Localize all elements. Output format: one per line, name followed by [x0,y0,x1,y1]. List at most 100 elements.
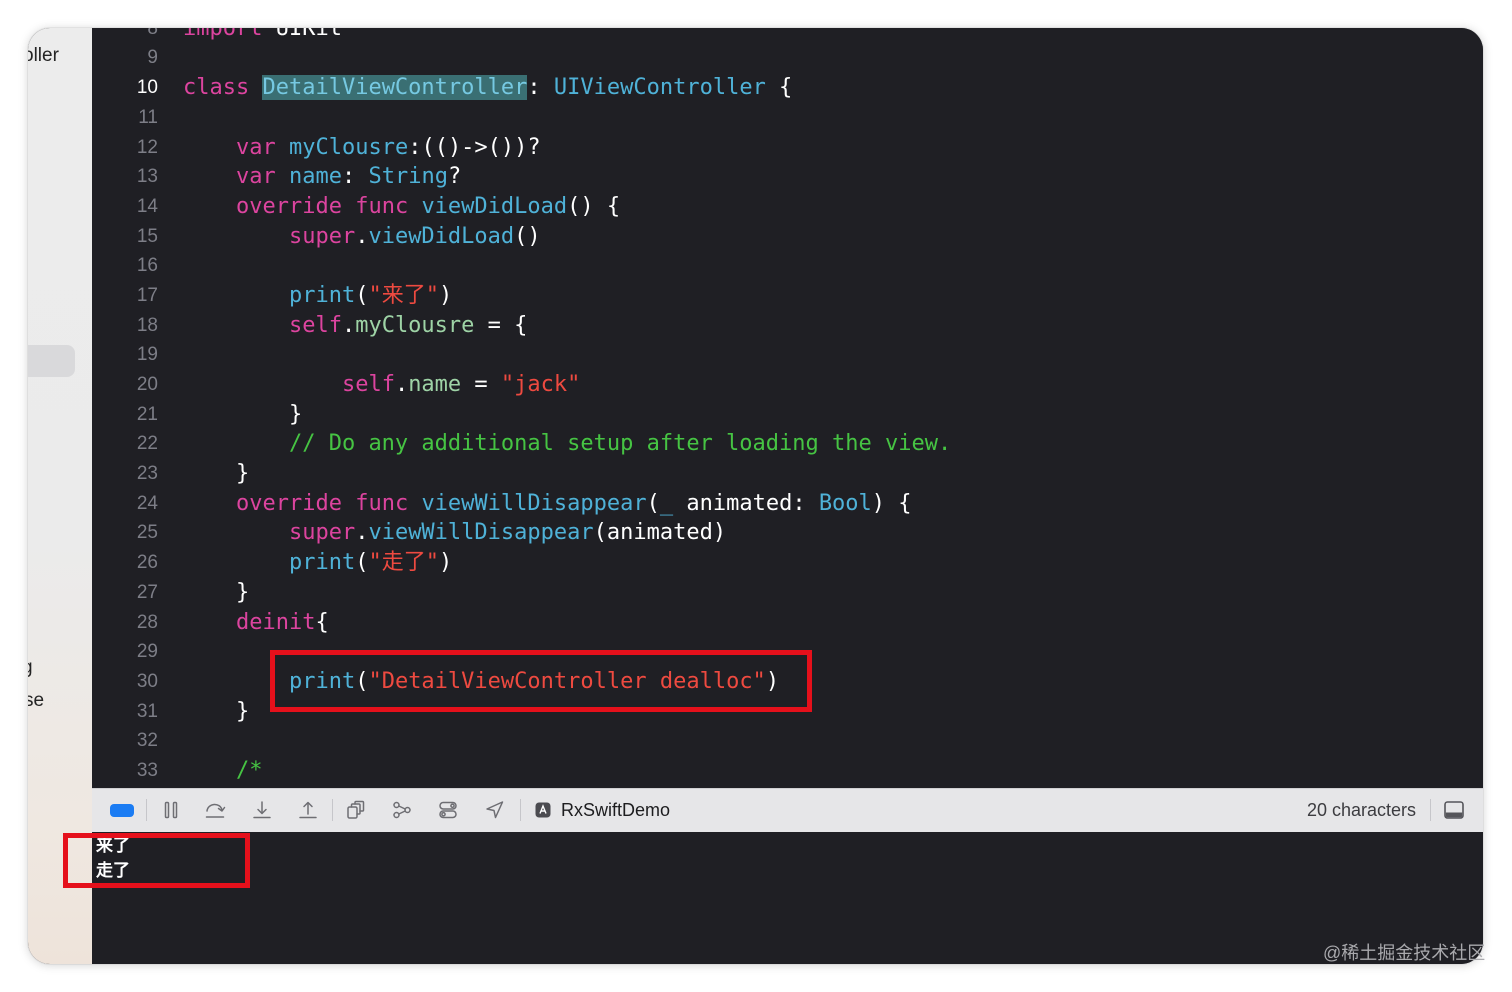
code-line[interactable]: 27 } [92,578,1483,608]
line-number[interactable]: 27 [92,578,158,608]
step-over-icon[interactable] [204,800,226,820]
line-number[interactable]: 22 [92,429,158,459]
step-out-icon[interactable] [297,800,319,820]
line-number[interactable]: 31 [92,697,158,727]
code-line[interactable]: 33 /* [92,756,1483,786]
line-number[interactable]: 15 [92,222,158,252]
code-editor[interactable]: 8 import UIKit 9 10 class DetailViewControll… [92,28,1483,788]
code-token: ( [355,282,369,308]
line-number[interactable]: 8 [92,28,158,43]
code-line[interactable]: 13 var name: String? [92,162,1483,192]
line-number[interactable]: 28 [92,608,158,638]
red-highlight-box-console [63,833,250,888]
code-line[interactable]: 24 override func viewWillDisappear(_ ani… [92,489,1483,519]
line-number[interactable]: 25 [92,518,158,548]
panel-toggle-icon[interactable] [1443,800,1465,820]
sidebar-item-label[interactable]: oller [28,45,59,67]
line-number[interactable]: 19 [92,340,158,370]
code-line[interactable]: 19 [92,340,1483,370]
code-token: override [235,490,342,516]
code-token: String [368,164,448,190]
breakpoints-toggle-icon[interactable] [110,804,134,817]
code-line[interactable]: 17 print("来了") [92,281,1483,311]
line-number[interactable]: 21 [92,400,158,430]
code-token: import [183,28,263,41]
scheme-name: RxSwiftDemo [561,800,671,820]
code-token: class [183,75,250,101]
environment-overrides-icon[interactable] [437,800,459,820]
code-token: } [183,401,303,427]
step-into-icon[interactable] [251,800,273,820]
line-number[interactable]: 12 [92,133,158,163]
line-number[interactable]: 33 [92,756,158,786]
debug-console[interactable]: 来了 走了 [92,832,1483,964]
code-line[interactable]: 12 var myClousre:(()->())? [92,133,1483,163]
code-text: import UIKit [183,28,342,43]
code-token: { [315,609,329,635]
code-token: () [514,223,541,249]
line-number[interactable]: 11 [92,103,158,133]
code-token: UIViewController [553,75,766,101]
sidebar-item-label[interactable]: g [28,657,33,679]
code-line[interactable]: 20 self.name = "jack" [92,370,1483,400]
code-line[interactable]: 25 super.viewWillDisappear(animated) [92,518,1483,548]
line-number[interactable]: 20 [92,370,158,400]
code-line[interactable]: 21 } [92,400,1483,430]
code-line[interactable]: 32 [92,726,1483,756]
line-number[interactable]: 16 [92,251,158,281]
code-text: class DetailViewController: UIViewContro… [183,73,792,103]
code-token: myClousre [288,134,409,160]
sidebar-item-label[interactable]: se [28,690,44,712]
character-count-status: 20 characters [1306,800,1416,820]
line-number[interactable]: 10 [92,73,158,103]
line-number[interactable]: 32 [92,726,158,756]
code-token: self [341,372,395,397]
line-number[interactable]: 14 [92,192,158,222]
view-hierarchy-icon[interactable] [345,800,367,820]
memory-graph-icon[interactable] [391,800,413,820]
code-line[interactable]: 15 super.viewDidLoad() [92,222,1483,252]
toolbar-separator [146,799,147,821]
code-line[interactable]: 11 [92,103,1483,133]
code-line[interactable]: 8 import UIKit [92,28,1483,43]
location-arrow-icon[interactable] [484,800,506,820]
code-line[interactable]: 10 class DetailViewController: UIViewCont… [92,73,1483,103]
pause-icon[interactable] [160,800,182,820]
line-number[interactable]: 17 [92,281,158,311]
code-line[interactable]: 26 print("走了") [92,548,1483,578]
line-number[interactable]: 18 [92,311,158,341]
red-highlight-box-code [270,650,812,712]
code-token: } [183,579,250,605]
code-line[interactable]: 23 } [92,459,1483,489]
code-line[interactable]: 18 self.myClousre = { [92,311,1483,341]
line-number[interactable]: 13 [92,162,158,192]
navigator-sidebar: oller g se [28,28,92,964]
code-token: animated: [673,490,819,516]
code-line[interactable]: 28 deinit{ [92,608,1483,638]
code-line[interactable]: 22 // Do any additional setup after load… [92,429,1483,459]
code-text: super.viewDidLoad() [183,222,541,252]
line-number[interactable]: 30 [92,667,158,697]
code-text: } [183,400,302,430]
code-line[interactable]: 16 [92,251,1483,281]
code-token: } [183,698,250,724]
line-number[interactable]: 23 [92,459,158,489]
code-text: } [183,697,249,727]
line-number[interactable]: 29 [92,637,158,667]
code-token: (animated) [593,520,727,546]
code-line[interactable]: 14 override func viewDidLoad() { [92,192,1483,222]
code-token: . [394,372,409,397]
line-number[interactable]: 24 [92,489,158,519]
code-line[interactable]: 9 [92,43,1483,73]
app-icon [535,802,551,818]
sidebar-selected-row[interactable] [28,345,75,377]
line-number[interactable]: 26 [92,548,158,578]
code-token: ) [438,282,453,308]
line-number[interactable]: 9 [92,43,158,73]
